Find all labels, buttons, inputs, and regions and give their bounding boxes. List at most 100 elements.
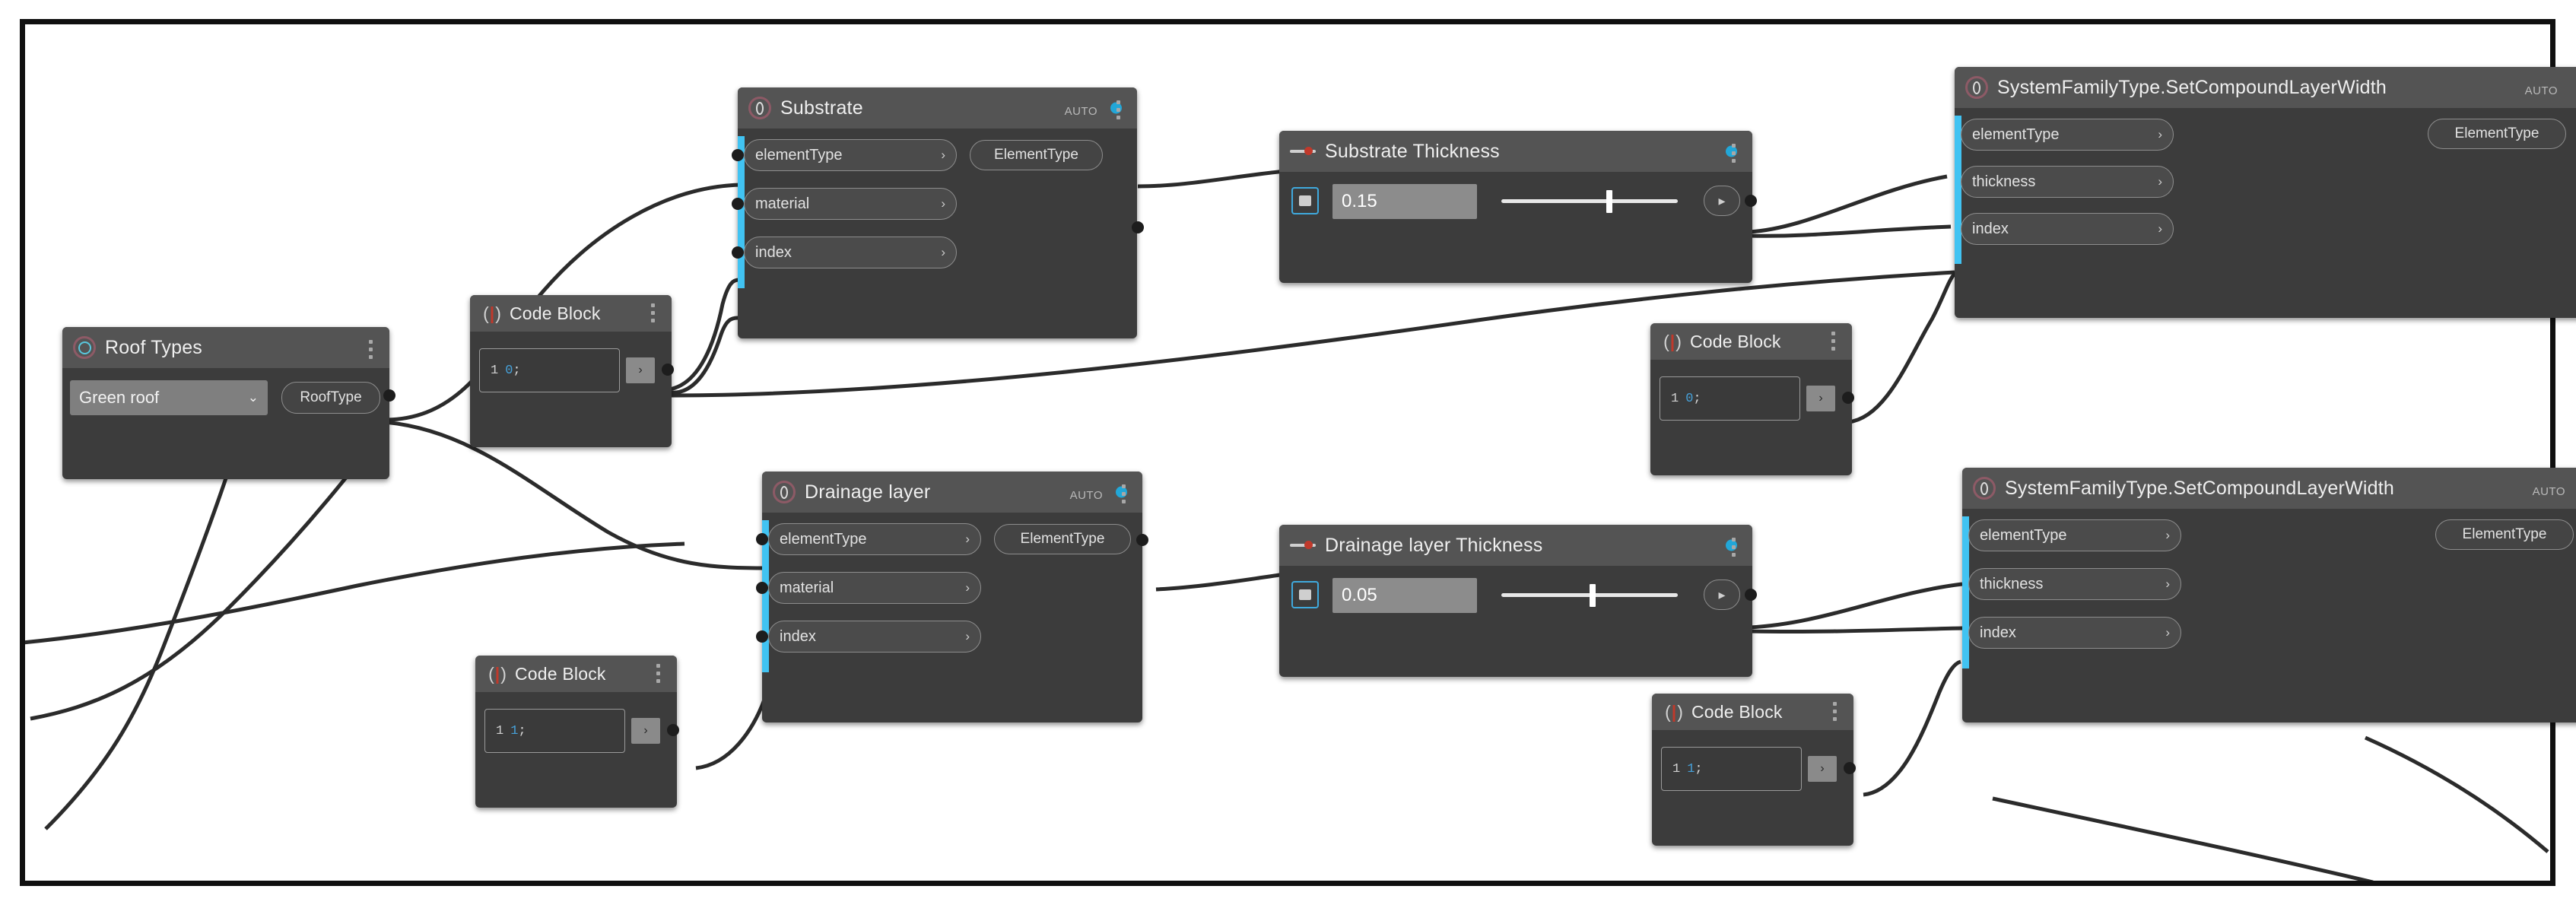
output-connector-nub [1745,195,1757,207]
input-connector-nub [756,630,768,643]
node-menu-button[interactable] [1122,484,1126,503]
code-value: 1 [510,723,519,738]
dynamo-canvas[interactable]: Roof Types Green roof ⌄ RoofType Substra… [0,0,2576,905]
code-block-icon: (|) [488,663,507,684]
node-substrate[interactable]: Substrate elementType › material › index… [732,87,1144,338]
port-label: material [755,195,810,212]
revit-node-icon [748,97,771,119]
port-out-label: ElementType [2462,526,2547,542]
slider-value-input[interactable]: 0.15 [1332,184,1477,219]
slider-thumb[interactable] [1590,584,1596,607]
code-block-icon: (|) [483,303,501,323]
revit-node-icon [773,481,796,503]
chevron-right-icon: › [2158,174,2162,189]
number-slider-icon [1290,538,1316,553]
input-connector-nub [732,246,744,259]
node-header[interactable]: Roof Types [62,327,389,368]
port-in-element-type[interactable]: elementType › [1961,119,2174,151]
node-title: Code Block [515,663,606,684]
node-menu-button[interactable] [1831,332,1835,351]
roof-types-select[interactable]: Green roof ⌄ [70,380,268,415]
code-block-editor[interactable]: 1 0 ; [479,348,620,392]
port-in-thickness[interactable]: thickness › [1961,166,2174,198]
node-header[interactable]: Substrate Thickness [1279,131,1752,172]
slider-value-input[interactable]: 0.05 [1332,578,1477,613]
port-in-index[interactable]: index › [1968,617,2181,649]
code-block-editor[interactable]: 1 1 ; [484,709,625,753]
port-in-index[interactable]: index › [768,621,981,653]
port-in-index[interactable]: index › [1961,213,2174,245]
node-menu-button[interactable] [1116,100,1120,119]
node-menu-button[interactable] [1732,538,1736,557]
port-out-code-block[interactable]: › [1806,386,1835,411]
node-menu-button[interactable] [651,303,655,322]
code-line-number: 1 [496,723,504,738]
port-out-code-block[interactable]: › [631,718,660,744]
node-code-block-top-right[interactable]: (|) Code Block 1 0 ; › [1650,323,1854,475]
node-drainage-layer[interactable]: Drainage layer elementType › material › … [756,472,1148,722]
code-terminator: ; [518,723,526,738]
code-line-number: 1 [1672,761,1681,776]
port-in-material[interactable]: material › [768,572,981,604]
slider-settings-icon[interactable] [1291,187,1319,214]
output-connector-nub [667,724,679,736]
node-menu-button[interactable] [1732,144,1736,163]
port-out-code-block[interactable]: › [1808,756,1837,782]
input-connector-nub [756,582,768,594]
port-out-element-type[interactable]: ElementType [2428,119,2566,149]
port-out-element-type[interactable]: ElementType [2435,519,2574,550]
port-in-element-type[interactable]: elementType › [1968,519,2181,551]
node-code-block-bottom-left[interactable]: (|) Code Block 1 1 ; › [475,656,679,808]
node-menu-button[interactable] [1833,702,1837,721]
node-title: Substrate Thickness [1325,140,1500,162]
code-line-number: 1 [491,363,499,378]
code-block-editor[interactable]: 1 0 ; [1660,376,1800,421]
node-substrate-thickness[interactable]: Substrate Thickness 0.15 ▸ [1279,131,1757,283]
port-out-slider[interactable]: ▸ [1704,580,1740,610]
port-out-element-type[interactable]: ElementType [970,140,1103,170]
port-label: thickness [1972,173,2036,190]
slider-thumb[interactable] [1606,190,1612,213]
chevron-down-icon: ⌄ [247,390,259,405]
execution-mode-label: AUTO [1064,105,1097,118]
node-header[interactable]: SystemFamilyType.SetCompoundLayerWidth [1955,67,2576,108]
port-out-rooftype[interactable]: RoofType [281,382,380,414]
node-setcompoundlayerwidth-bottom[interactable]: SystemFamilyType.SetCompoundLayerWidth e… [1962,468,2576,722]
port-label: material [780,579,834,596]
node-header[interactable]: (|) Code Block [1652,694,1853,730]
port-in-index[interactable]: index › [744,237,957,268]
port-in-material[interactable]: material › [744,188,957,220]
node-roof-types[interactable]: Roof Types Green roof ⌄ RoofType [62,327,395,479]
code-line-number: 1 [1671,391,1679,406]
port-in-thickness[interactable]: thickness › [1968,568,2181,600]
chevron-right-icon: › [2165,576,2170,591]
node-code-block-top-left[interactable]: (|) Code Block 1 0 ; › [470,295,674,447]
node-setcompoundlayerwidth-top[interactable]: SystemFamilyType.SetCompoundLayerWidth e… [1955,67,2576,318]
node-header[interactable]: Drainage layer Thickness [1279,525,1752,566]
port-label: elementType [1972,125,2060,143]
code-terminator: ; [1695,761,1703,776]
node-menu-button[interactable] [656,664,660,683]
port-in-element-type[interactable]: elementType › [768,523,981,555]
output-connector-nub [1745,589,1757,601]
slider-settings-icon[interactable] [1291,581,1319,608]
port-out-label: ElementType [1020,531,1105,547]
node-title: Substrate [780,97,863,119]
input-connector-nub [732,149,744,161]
node-header[interactable]: (|) Code Block [1650,323,1852,360]
port-out-slider[interactable]: ▸ [1704,186,1740,216]
node-code-block-bottom-right[interactable]: (|) Code Block 1 1 ; › [1652,694,1856,846]
node-header[interactable]: (|) Code Block [470,295,672,332]
chevron-right-icon: › [941,245,945,259]
node-drainage-layer-thickness[interactable]: Drainage layer Thickness 0.05 ▸ [1279,525,1757,677]
node-header[interactable]: (|) Code Block [475,656,677,692]
slider-track[interactable] [1501,199,1678,203]
port-out-code-block[interactable]: › [626,357,655,383]
node-menu-button[interactable] [369,340,373,359]
node-header[interactable]: SystemFamilyType.SetCompoundLayerWidth [1962,468,2576,509]
chevron-right-icon: › [2165,625,2170,640]
code-block-editor[interactable]: 1 1 ; [1661,747,1802,791]
code-value: 0 [505,363,513,378]
port-out-element-type[interactable]: ElementType [994,524,1131,554]
port-in-element-type[interactable]: elementType › [744,139,957,171]
